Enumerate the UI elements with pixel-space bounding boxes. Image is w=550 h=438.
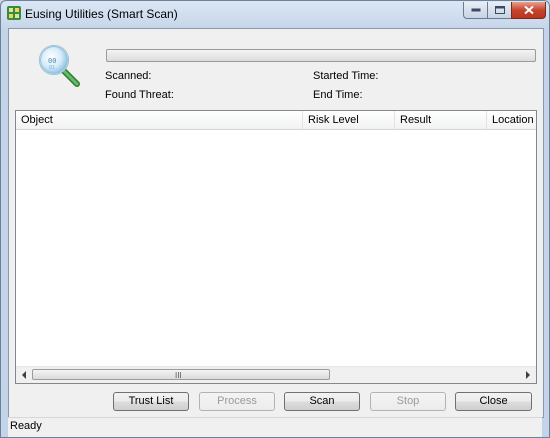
window-title: Eusing Utilities (Smart Scan) [25,7,178,21]
column-header-object[interactable]: Object [16,111,303,129]
title-bar[interactable]: Eusing Utilities (Smart Scan) [1,1,549,27]
app-icon [7,6,21,20]
stop-button[interactable]: Stop [370,392,446,411]
results-list-header: Object Risk Level Result Location [16,111,536,130]
svg-text:01: 01 [49,65,55,71]
found-threat-label: Found Threat: [105,89,174,101]
scan-button[interactable]: Scan [284,392,360,411]
horizontal-scrollbar[interactable]: III [16,366,536,383]
scrollbar-thumb[interactable]: III [32,369,330,380]
close-button[interactable]: Close [455,392,532,411]
status-bar: Ready [8,417,542,437]
client-area: 00 01 Scanned: Found Threat: Started Tim… [8,28,544,418]
scrollbar-grip: III [175,371,182,380]
scroll-left-arrow-icon[interactable] [16,367,32,383]
started-time-label: Started Time: [313,70,379,82]
magnifier-scan-icon: 00 01 [39,45,80,87]
minimize-button[interactable] [463,2,488,19]
main-window: Eusing Utilities (Smart Scan) 00 01 Scan… [0,0,550,438]
close-icon [523,5,534,15]
maximize-icon [494,6,505,14]
column-header-risk-level[interactable]: Risk Level [303,111,395,129]
results-list[interactable]: Object Risk Level Result Location III [15,110,537,384]
close-window-button[interactable] [511,2,546,19]
trust-list-button[interactable]: Trust List [113,392,189,411]
column-header-result[interactable]: Result [395,111,487,129]
scanned-label: Scanned: [105,70,152,82]
scroll-right-arrow-icon[interactable] [520,367,536,383]
column-header-location[interactable]: Location [487,111,536,129]
process-button[interactable]: Process [199,392,275,411]
maximize-button[interactable] [487,2,512,19]
status-text: Ready [10,420,42,432]
svg-text:00: 00 [48,57,56,65]
end-time-label: End Time: [313,89,363,101]
scan-progress-bar [106,49,536,62]
minimize-icon [471,8,480,12]
